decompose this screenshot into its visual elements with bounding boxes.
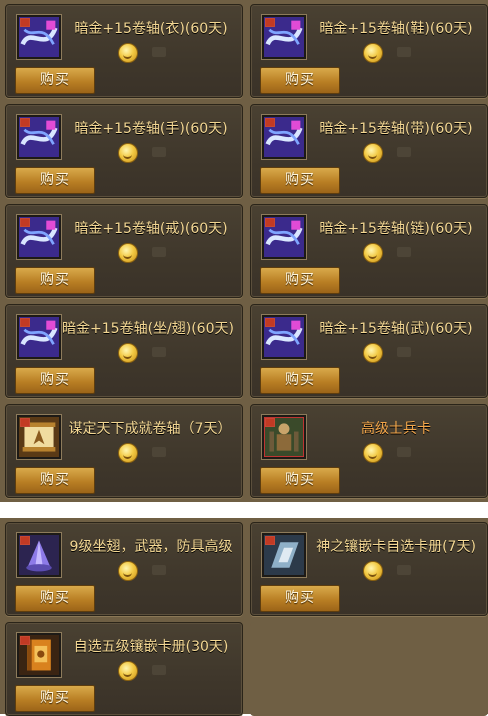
shop-panel-bottom: 9级坐翅，武器，防具高级 购买 神之镶嵌卡自选卡册(7天) 购买 自选五级镶嵌卡… (0, 518, 488, 716)
gold-coin-icon (363, 43, 383, 63)
price-amount (397, 447, 411, 457)
item-title: 暗金+15卷轴(鞋)(60天) (319, 21, 473, 37)
shop-item-card: 暗金+15卷轴(坐/翅)(60天) 购买 (5, 304, 243, 398)
lock-icon (20, 636, 30, 645)
lock-icon (20, 218, 30, 227)
gold-coin-icon (363, 561, 383, 581)
buy-button[interactable]: 购买 (15, 367, 95, 394)
gold-coin-icon (118, 661, 138, 681)
price-amount (152, 665, 166, 675)
lock-icon (20, 118, 30, 127)
shop-item-card: 暗金+15卷轴(鞋)(60天) 购买 (250, 4, 488, 98)
item-title: 自选五级镶嵌卡册(30天) (73, 639, 229, 655)
item-title: 高级士兵卡 (361, 421, 431, 437)
buy-button[interactable]: 购买 (15, 267, 95, 294)
shop-item-card: 暗金+15卷轴(带)(60天) 购买 (250, 104, 488, 198)
item-title: 暗金+15卷轴(链)(60天) (319, 221, 473, 237)
parchment-scroll-icon[interactable] (16, 414, 62, 460)
buy-button[interactable]: 购买 (15, 467, 95, 494)
price-amount (397, 147, 411, 157)
buy-button[interactable]: 购买 (15, 167, 95, 194)
buy-button[interactable]: 购买 (260, 267, 340, 294)
book-icon[interactable] (16, 632, 62, 678)
gold-coin-icon (118, 343, 138, 363)
lock-icon (265, 318, 275, 327)
gold-coin-icon (118, 561, 138, 581)
price-amount (397, 347, 411, 357)
gold-coin-icon (363, 443, 383, 463)
card-album-icon[interactable] (261, 532, 307, 578)
scroll-icon[interactable] (16, 214, 62, 260)
buy-button[interactable]: 购买 (15, 67, 95, 94)
buy-button[interactable]: 购买 (260, 467, 340, 494)
price-amount (397, 565, 411, 575)
shop-item-card: 暗金+15卷轴(衣)(60天) 购买 (5, 4, 243, 98)
item-title: 谋定天下成就卷轴（7天） (68, 421, 232, 437)
scroll-icon[interactable] (261, 114, 307, 160)
shop-item-card: 暗金+15卷轴(手)(60天) 购买 (5, 104, 243, 198)
price-amount (397, 47, 411, 57)
item-title: 暗金+15卷轴(手)(60天) (74, 121, 228, 137)
gold-coin-icon (118, 243, 138, 263)
shop-item-card: 自选五级镶嵌卡册(30天) 购买 (5, 622, 243, 716)
item-title: 暗金+15卷轴(武)(60天) (319, 321, 473, 337)
price-amount (152, 147, 166, 157)
shop-item-card: 暗金+15卷轴(戒)(60天) 购买 (5, 204, 243, 298)
shop-item-card: 暗金+15卷轴(链)(60天) 购买 (250, 204, 488, 298)
empty-slot (250, 622, 488, 716)
buy-button[interactable]: 购买 (260, 167, 340, 194)
gold-coin-icon (363, 143, 383, 163)
lock-icon (20, 18, 30, 27)
price-amount (152, 565, 166, 575)
gold-coin-icon (363, 343, 383, 363)
gold-coin-icon (118, 43, 138, 63)
lock-icon (265, 118, 275, 127)
shop-item-card: 高级士兵卡 购买 (250, 404, 488, 498)
scroll-icon[interactable] (16, 314, 62, 360)
lock-icon (265, 218, 275, 227)
price-amount (152, 47, 166, 57)
scroll-icon[interactable] (261, 214, 307, 260)
gold-coin-icon (363, 243, 383, 263)
lock-icon (265, 18, 275, 27)
shop-panel-top: 暗金+15卷轴(衣)(60天) 购买 暗金+15卷轴(鞋)(60天) 购买 暗金… (0, 0, 488, 502)
buy-button[interactable]: 购买 (15, 585, 95, 612)
scroll-icon[interactable] (16, 114, 62, 160)
buy-button[interactable]: 购买 (260, 367, 340, 394)
lock-icon (20, 418, 30, 427)
crystal-icon[interactable] (16, 532, 62, 578)
buy-button[interactable]: 购买 (260, 585, 340, 612)
item-title: 9级坐翅，武器，防具高级 (69, 539, 233, 555)
item-title: 神之镶嵌卡自选卡册(7天) (316, 539, 476, 555)
item-title: 暗金+15卷轴(戒)(60天) (74, 221, 228, 237)
lock-icon (265, 536, 275, 545)
shop-item-card: 9级坐翅，武器，防具高级 购买 (5, 522, 243, 616)
scroll-icon[interactable] (261, 14, 307, 60)
gold-coin-icon (118, 443, 138, 463)
gold-coin-icon (118, 143, 138, 163)
price-amount (152, 247, 166, 257)
shop-item-card: 暗金+15卷轴(武)(60天) 购买 (250, 304, 488, 398)
lock-icon (20, 318, 30, 327)
shop-item-card: 谋定天下成就卷轴（7天） 购买 (5, 404, 243, 498)
item-title: 暗金+15卷轴(坐/翅)(60天) (62, 321, 234, 337)
buy-button[interactable]: 购买 (260, 67, 340, 94)
scroll-icon[interactable] (261, 314, 307, 360)
price-amount (397, 247, 411, 257)
soldier-card-icon[interactable] (261, 414, 307, 460)
lock-icon (265, 418, 275, 427)
price-amount (152, 347, 166, 357)
shop-item-card: 神之镶嵌卡自选卡册(7天) 购买 (250, 522, 488, 616)
price-amount (152, 447, 166, 457)
buy-button[interactable]: 购买 (15, 685, 95, 712)
scroll-icon[interactable] (16, 14, 62, 60)
lock-icon (20, 536, 30, 545)
item-title: 暗金+15卷轴(带)(60天) (319, 121, 473, 137)
item-title: 暗金+15卷轴(衣)(60天) (74, 21, 228, 37)
